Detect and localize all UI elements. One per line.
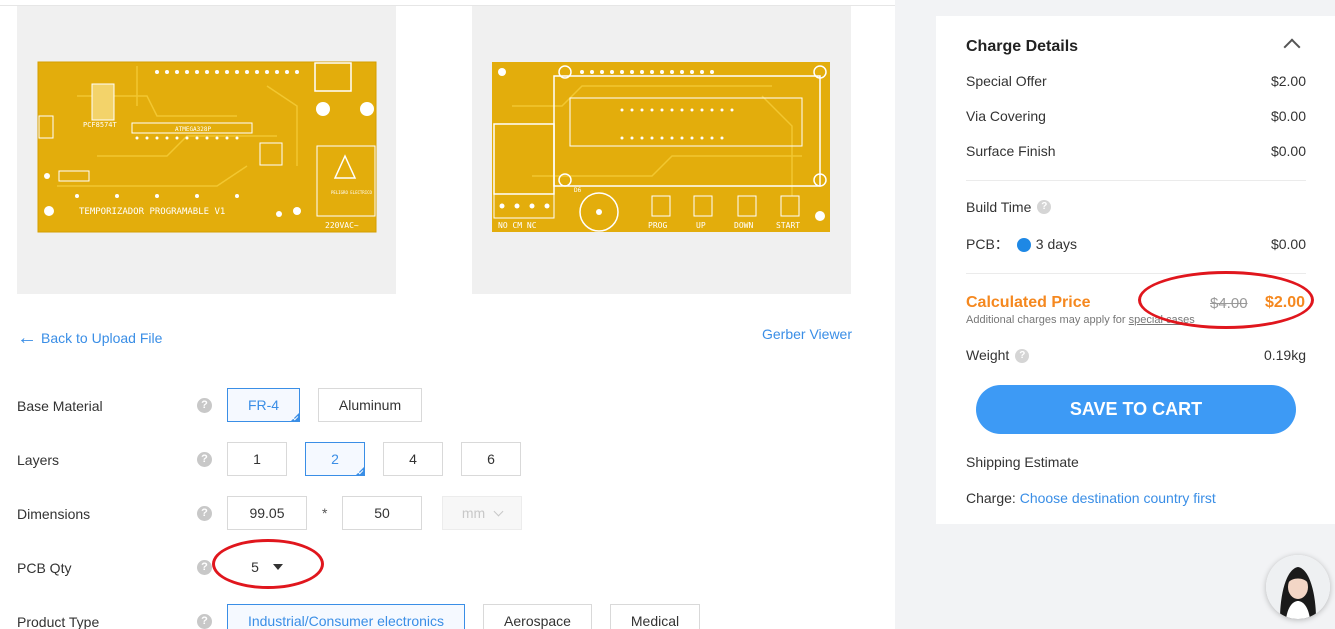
dimension-width-input[interactable]: 99.05 bbox=[227, 496, 307, 530]
help-icon[interactable]: ? bbox=[197, 506, 212, 521]
layers-6-option[interactable]: 6 bbox=[461, 442, 521, 476]
pcb-qty-value: 5 bbox=[251, 559, 259, 575]
pcb-top-image: PCF8574T ATMEGA328P TEMPORIZADOR PROGRAM… bbox=[37, 61, 377, 233]
pcb-chip-label: PCF8574T bbox=[83, 121, 118, 129]
chevron-down-icon bbox=[493, 506, 504, 516]
support-chat-avatar[interactable] bbox=[1266, 555, 1330, 619]
base-material-fr4-option[interactable]: FR-4 bbox=[227, 388, 300, 422]
additional-charges-note: Additional charges may apply for special… bbox=[966, 314, 1195, 326]
pcb-bottom-image: NO CM NC D6 PROG UP DOWN START bbox=[492, 62, 830, 232]
layers-4-option[interactable]: 4 bbox=[383, 442, 443, 476]
save-to-cart-button[interactable]: SAVE TO CART bbox=[976, 385, 1296, 434]
charge-row-value: $0.00 bbox=[1270, 143, 1306, 159]
weight-value: 0.19kg bbox=[1263, 347, 1306, 364]
choose-country-link[interactable]: Choose destination country first bbox=[1020, 490, 1216, 506]
gerber-viewer-link[interactable]: Gerber Viewer bbox=[762, 326, 852, 342]
help-icon[interactable]: ? bbox=[197, 560, 212, 575]
pcb-button-start: START bbox=[776, 221, 800, 230]
special-cases-link[interactable]: special cases bbox=[1129, 314, 1195, 326]
charge-row-label: Special Offer bbox=[966, 73, 1047, 89]
help-icon[interactable]: ? bbox=[197, 614, 212, 629]
build-time-row: Build Time ? bbox=[966, 199, 1306, 215]
base-material-aluminum-option[interactable]: Aluminum bbox=[318, 388, 422, 422]
pcb-build-value: $0.00 bbox=[1270, 236, 1306, 252]
base-material-label: Base Material bbox=[17, 398, 103, 414]
calculated-price-label: Calculated Price bbox=[966, 294, 1091, 311]
charge-row-surface-finish: Surface Finish $0.00 bbox=[966, 143, 1306, 159]
pcb-build-days: 3 days bbox=[1035, 236, 1078, 252]
calculated-price-value: $2.00 bbox=[1265, 294, 1306, 311]
charge-row-value: $2.00 bbox=[1270, 73, 1306, 89]
pcb-d-label: D6 bbox=[574, 187, 582, 194]
pcb-bottom-preview: NO CM NC D6 PROG UP DOWN START bbox=[472, 6, 851, 294]
arrow-left-icon: ← bbox=[17, 327, 37, 349]
dimension-unit-value: mm bbox=[461, 505, 486, 521]
charge-row-label: Via Covering bbox=[966, 108, 1046, 124]
charge-details-title: Charge Details bbox=[966, 38, 1079, 55]
help-icon[interactable]: ? bbox=[197, 452, 212, 467]
pcb-button-up: UP bbox=[696, 221, 706, 230]
back-to-upload-link[interactable]: ← Back to Upload File bbox=[17, 327, 163, 349]
charge-label: Charge: bbox=[966, 490, 1016, 506]
product-type-label: Product Type bbox=[17, 614, 100, 629]
pcb-voltage-label: 220VAC~ bbox=[325, 221, 359, 230]
pcb-button-prog: PROG bbox=[648, 221, 667, 230]
charge-row-via-covering: Via Covering $0.00 bbox=[966, 108, 1306, 124]
pcb-relay-label: NO CM NC bbox=[498, 221, 537, 230]
avatar-image bbox=[1266, 555, 1330, 619]
charge-row-value: $0.00 bbox=[1270, 108, 1306, 124]
help-icon[interactable]: ? bbox=[1015, 349, 1030, 364]
charge-details-card: Charge Details Special Offer $2.00 Via C… bbox=[936, 16, 1335, 524]
shipping-estimate-label: Shipping Estimate bbox=[966, 454, 1079, 470]
pcb-mcu-label: ATMEGA328P bbox=[175, 126, 212, 133]
radio-selected-icon[interactable] bbox=[1016, 238, 1031, 253]
divider bbox=[966, 180, 1306, 181]
pcb-warning-label: PELIGRO ELECTRICO bbox=[331, 190, 373, 195]
build-time-label: Build Time bbox=[966, 199, 1032, 215]
note-text: Additional charges may apply for bbox=[966, 314, 1129, 326]
dimension-separator: * bbox=[322, 505, 328, 521]
help-icon[interactable]: ? bbox=[1037, 200, 1052, 214]
divider bbox=[966, 273, 1306, 274]
layers-label: Layers bbox=[17, 452, 60, 468]
layers-2-option[interactable]: 2 bbox=[305, 442, 365, 476]
charge-row-special-offer: Special Offer $2.00 bbox=[966, 73, 1306, 89]
pcb-qty-select[interactable]: 5 bbox=[227, 550, 307, 584]
caret-down-icon bbox=[272, 564, 283, 570]
dimension-unit-select[interactable]: mm bbox=[442, 496, 522, 530]
weight-label: Weight bbox=[966, 347, 1010, 363]
dimensions-label: Dimensions bbox=[17, 506, 91, 522]
chevron-up-icon[interactable] bbox=[1283, 38, 1301, 56]
help-icon[interactable]: ? bbox=[197, 398, 212, 413]
pcb-build-time-row: PCB： 3 days $0.00 bbox=[966, 234, 1306, 254]
dimension-height-input[interactable]: 50 bbox=[342, 496, 422, 530]
pcb-board-text: TEMPORIZADOR PROGRAMABLE V1 bbox=[79, 207, 225, 217]
layers-1-option[interactable]: 1 bbox=[227, 442, 287, 476]
pcb-build-label: PCB： bbox=[966, 236, 1009, 252]
pcb-qty-label: PCB Qty bbox=[17, 560, 72, 576]
product-type-aerospace-option[interactable]: Aerospace bbox=[483, 604, 592, 629]
product-type-medical-option[interactable]: Medical bbox=[610, 604, 700, 629]
original-price: $4.00 bbox=[1210, 295, 1248, 312]
back-to-upload-label: Back to Upload File bbox=[41, 330, 163, 346]
weight-row: Weight? 0.19kg bbox=[966, 347, 1306, 364]
pcb-top-preview: PCF8574T ATMEGA328P TEMPORIZADOR PROGRAM… bbox=[17, 6, 396, 294]
charge-row-label: Surface Finish bbox=[966, 143, 1056, 159]
pcb-button-down: DOWN bbox=[734, 221, 753, 230]
shipping-charge-row: Charge: Choose destination country first bbox=[966, 490, 1216, 506]
product-type-industrial-option[interactable]: Industrial/Consumer electronics bbox=[227, 604, 465, 629]
